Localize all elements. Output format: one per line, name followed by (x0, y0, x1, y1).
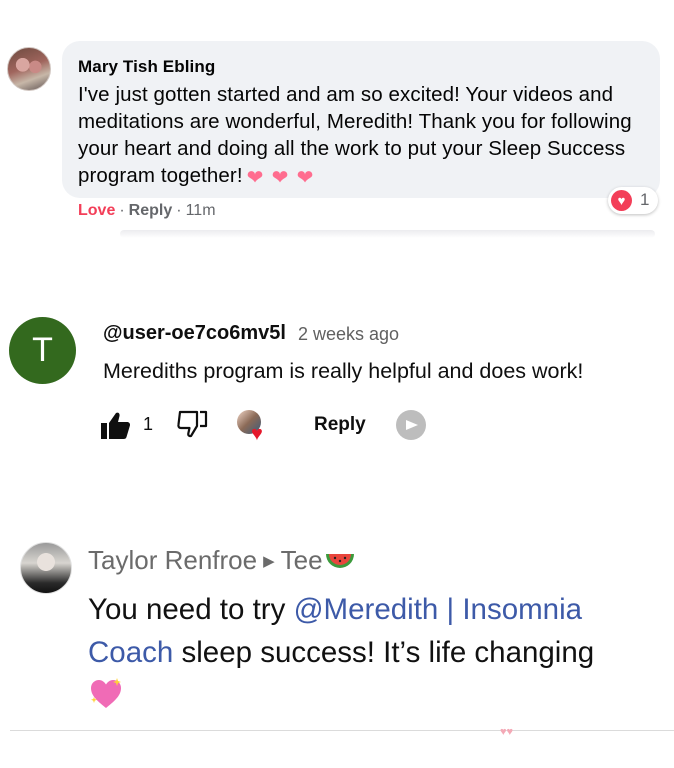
translate-icon[interactable] (396, 410, 426, 440)
creator-heart-icon: ♥ (237, 410, 273, 446)
separator-dot: · (119, 202, 125, 219)
comment-text: You need to try (88, 593, 294, 626)
watermelon-emoji (325, 548, 355, 568)
reply-button[interactable]: Reply (314, 414, 366, 436)
next-comment-edge (120, 230, 655, 238)
love-reaction-icon: ♥ (611, 190, 632, 211)
reply-button[interactable]: Reply (129, 202, 173, 219)
instagram-comment: Taylor Renfroe ▶ Tee You need to try @Mere… (0, 530, 674, 768)
reply-recipient[interactable]: Tee (281, 545, 323, 575)
comment-author[interactable]: Mary Tish Ebling (78, 57, 215, 77)
comment-text-container: You need to try @Meredith | Insomnia Coa… (88, 588, 668, 717)
avatar[interactable] (7, 47, 51, 91)
comment-text: Merediths program is really helpful and … (103, 359, 584, 383)
thumbs-down-icon[interactable] (176, 408, 208, 440)
reply-arrow-icon: ▶ (263, 553, 275, 570)
comment-text-container: I've just gotten started and am so excit… (78, 81, 648, 191)
comment-header: Taylor Renfroe ▶ Tee (88, 545, 355, 576)
comment-timestamp[interactable]: 11m (186, 202, 216, 219)
comment-author-handle[interactable]: @user-oe7co6mv5l (103, 322, 286, 345)
avatar[interactable]: T (9, 317, 76, 384)
reaction-summary[interactable]: ♥ 1 (608, 187, 658, 214)
separator-dot: · (176, 202, 182, 219)
heart-emoji-icon: ❤ (271, 167, 289, 189)
heart-emoji-group: ❤ ❤ ❤ (247, 164, 322, 191)
comment-timestamp[interactable]: 2 weeks ago (298, 324, 399, 345)
reaction-count: 1 (640, 190, 650, 209)
comment-actions: Love · Reply · 11m (78, 202, 216, 220)
divider (10, 730, 674, 731)
like-count: 1 (143, 414, 154, 434)
thumbs-up-icon[interactable] (100, 410, 132, 442)
next-emoji-peek: ♥♥ (500, 726, 514, 738)
heart-emoji-icon: ❤ (246, 167, 264, 189)
sparkling-heart-emoji (88, 677, 124, 711)
comment-author[interactable]: Taylor Renfroe (88, 545, 257, 575)
facebook-comment: Mary Tish Ebling I've just gotten starte… (0, 0, 674, 250)
comment-text: sleep success! It’s life changing (173, 636, 595, 669)
heart-emoji-icon: ❤ (296, 167, 314, 189)
avatar[interactable] (20, 542, 72, 594)
comment-text: I've just gotten started and am so excit… (78, 83, 632, 187)
heart-icon: ♥ (251, 423, 263, 445)
love-button[interactable]: Love (78, 202, 115, 219)
youtube-comment: T @user-oe7co6mv5l 2 weeks ago Merediths… (0, 300, 674, 470)
